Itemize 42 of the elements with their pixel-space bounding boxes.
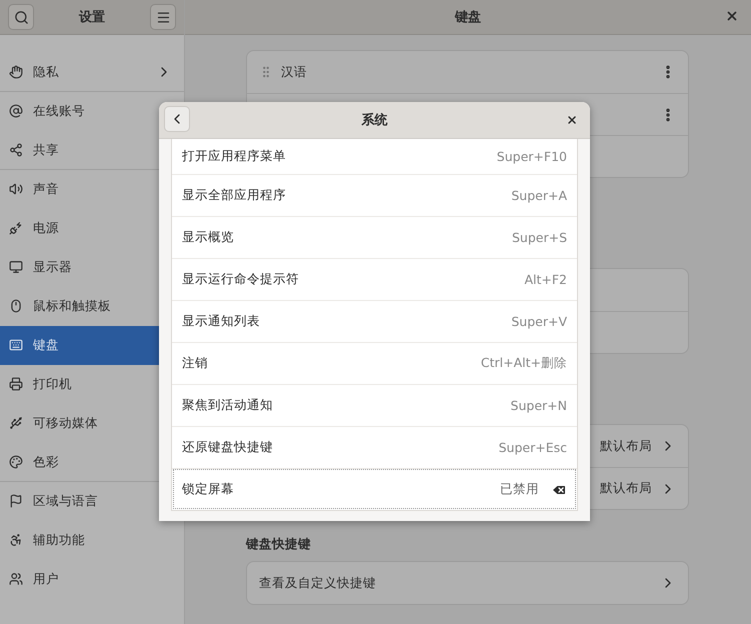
share-icon [9, 143, 23, 157]
mouse-icon [9, 299, 23, 313]
close-button[interactable] [566, 114, 578, 126]
at-sign-icon [9, 104, 23, 118]
sidebar-item[interactable]: 隐私 [0, 53, 184, 92]
row-value: 默认布局 [600, 438, 652, 454]
keyboard-icon [9, 338, 23, 352]
sidebar-item[interactable]: 辅助功能 [0, 521, 184, 560]
menu-icon [156, 10, 170, 24]
close-icon [725, 9, 739, 23]
close-button[interactable] [725, 9, 739, 23]
accessibility-icon [9, 533, 23, 547]
shortcut-row[interactable]: 显示概览 Super+S [172, 216, 577, 258]
row-value: 默认布局 [600, 480, 652, 497]
section-heading: 键盘快捷键 [246, 536, 312, 553]
shortcut-row[interactable]: 聚焦到活动通知 Super+N [172, 384, 577, 426]
shortcut-row[interactable]: 锁定屏幕 已禁用 [172, 468, 577, 510]
speaker-icon [9, 182, 23, 196]
row-label: 汉语 [281, 64, 307, 78]
palette-icon [9, 455, 23, 469]
window-title: 键盘 [455, 9, 481, 26]
search-icon [14, 10, 28, 24]
dialog-title: 系统 [362, 112, 388, 129]
close-icon [566, 114, 578, 126]
flag-icon [9, 494, 23, 508]
printer-icon [9, 377, 23, 391]
shortcut-row[interactable]: 显示全部应用程序 Super+A [172, 174, 577, 216]
row-label: 查看及自定义快捷键 [259, 574, 376, 590]
sidebar-item[interactable]: 用户 [0, 560, 184, 599]
sidebar-title: 设置 [79, 9, 105, 26]
menu-button[interactable] [150, 4, 176, 30]
monitor-icon [9, 260, 23, 274]
shortcut-row[interactable]: 显示运行命令提示符 Alt+F2 [172, 258, 577, 300]
search-button[interactable] [8, 4, 34, 30]
users-icon [9, 572, 23, 586]
shortcut-row[interactable]: 注销 Ctrl+Alt+删除 [172, 342, 577, 384]
usb-drive-icon [9, 416, 23, 430]
plug-icon [9, 221, 23, 235]
sidebar-item[interactable]: 在线账号 [0, 92, 184, 131]
hand-icon [9, 65, 23, 79]
shortcut-row[interactable]: 显示通知列表 Super+V [172, 300, 577, 342]
shortcut-row[interactable]: 还原键盘快捷键 Super+Esc [172, 426, 577, 468]
